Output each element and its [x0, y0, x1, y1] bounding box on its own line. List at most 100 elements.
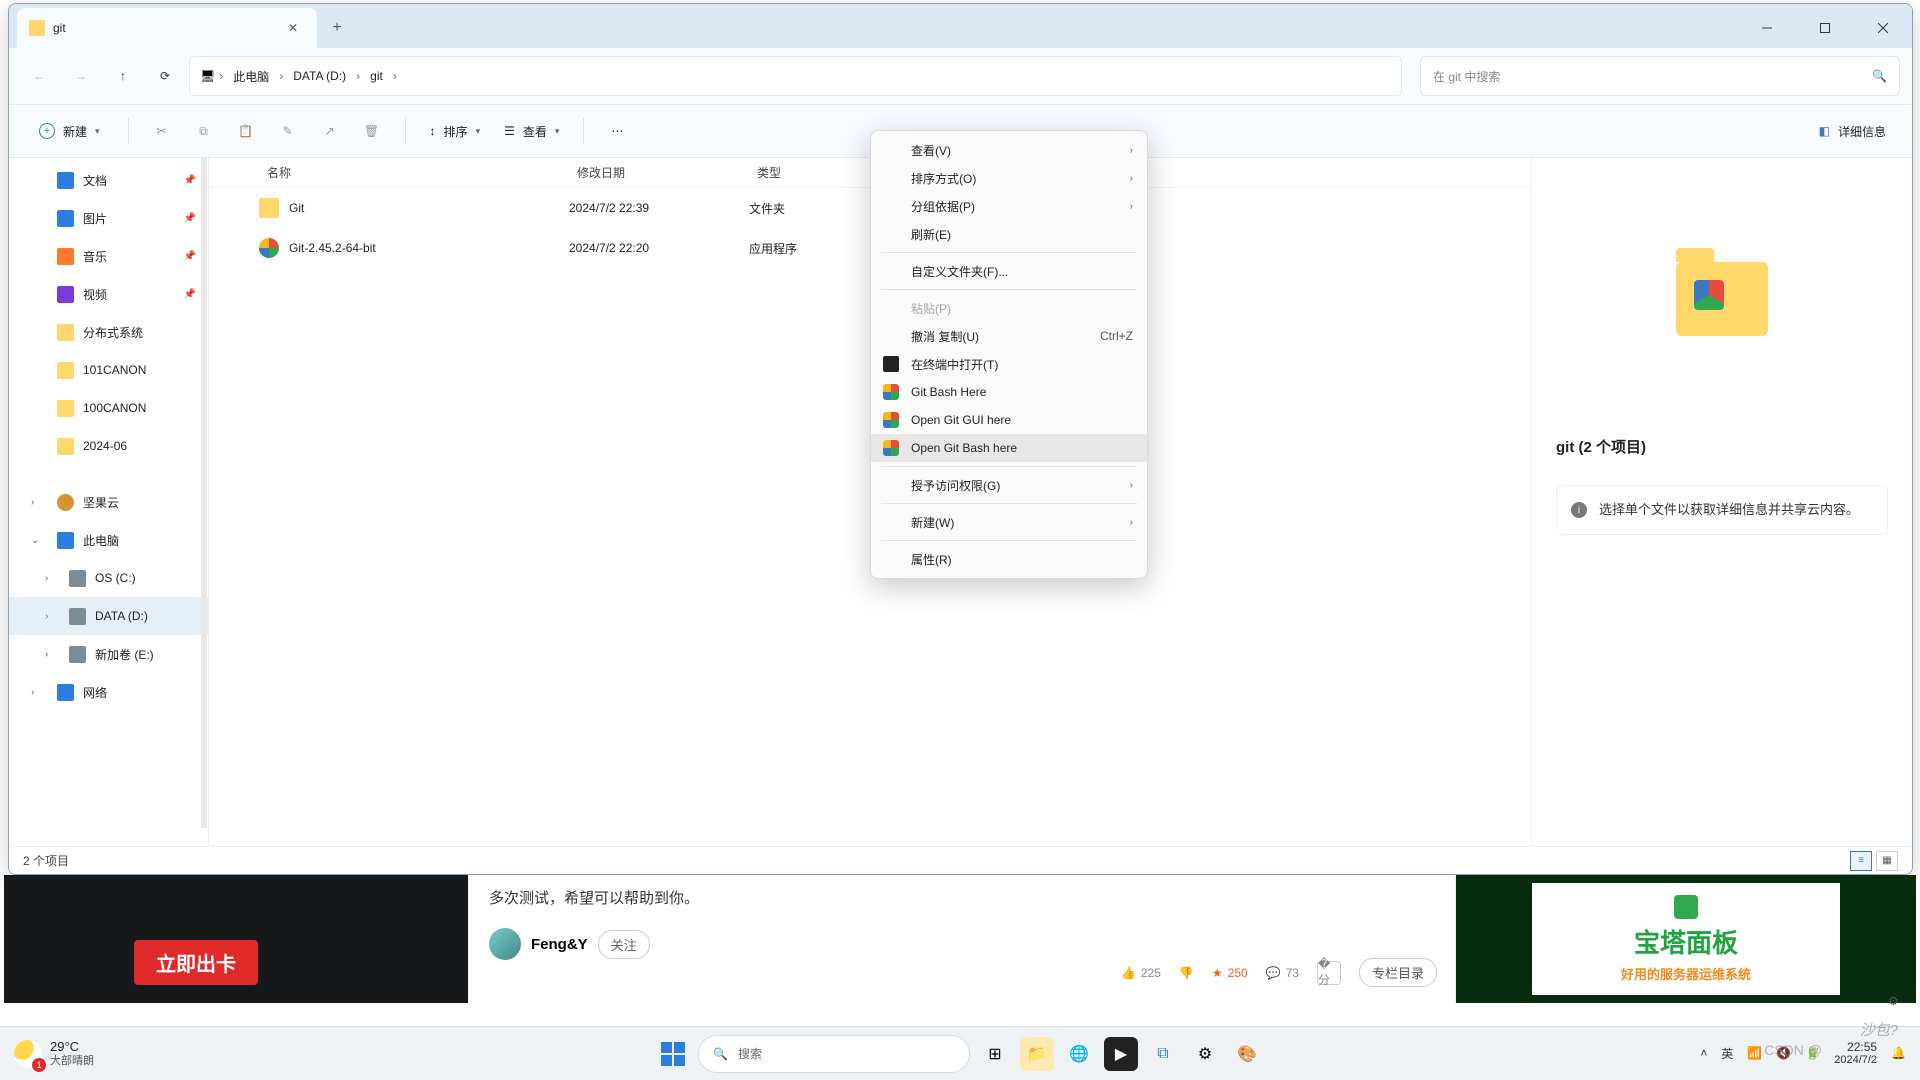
- pc-icon: [57, 532, 74, 549]
- menu-open-git-gui[interactable]: Open Git GUI here: [871, 406, 1147, 434]
- more-button[interactable]: ⋯: [598, 114, 636, 148]
- menu-customize[interactable]: 自定义文件夹(F)...: [871, 257, 1147, 285]
- tab-close-button[interactable]: ✕: [281, 16, 305, 40]
- sort-button[interactable]: ↕ 排序 ▾: [420, 114, 491, 148]
- maximize-button[interactable]: [1796, 8, 1854, 48]
- sidebar-item-folder[interactable]: 2024-06: [9, 427, 208, 465]
- chevron-right-icon[interactable]: ›: [45, 611, 48, 622]
- settings-gear-icon[interactable]: ⚙: [1888, 994, 1910, 1016]
- menu-sort[interactable]: 排序方式(O)›: [871, 164, 1147, 192]
- window-tab[interactable]: git ✕: [17, 8, 317, 48]
- chevron-right-icon: ›: [1130, 480, 1133, 491]
- follow-button[interactable]: 关注: [598, 930, 650, 959]
- share-button[interactable]: ↗: [311, 114, 349, 148]
- chevron-right-icon[interactable]: ›: [45, 649, 48, 660]
- new-tab-button[interactable]: +: [317, 8, 357, 48]
- view-details-button[interactable]: ≡: [1850, 851, 1872, 871]
- wifi-icon[interactable]: 📶: [1747, 1046, 1762, 1060]
- back-button[interactable]: ←: [21, 58, 57, 94]
- taskbar-vscode[interactable]: ⧉: [1146, 1037, 1180, 1071]
- details-toggle-button[interactable]: ◧ 详细信息: [1809, 114, 1896, 148]
- menu-refresh[interactable]: 刷新(E): [871, 220, 1147, 248]
- menu-new[interactable]: 新建(W)›: [871, 508, 1147, 536]
- thumb-down-icon: 👎: [1179, 966, 1194, 980]
- chevron-right-icon[interactable]: ›: [45, 573, 48, 584]
- new-button[interactable]: + 新建 ▾: [25, 114, 114, 148]
- menu-undo[interactable]: 撤消 复制(U)Ctrl+Z: [871, 322, 1147, 350]
- menu-grant-access[interactable]: 授予访问权限(G)›: [871, 471, 1147, 499]
- sidebar-item-drive-c[interactable]: ›OS (C:): [9, 559, 208, 597]
- sidebar-item-nutcloud[interactable]: ›坚果云: [9, 483, 208, 521]
- view-tiles-button[interactable]: ▦: [1876, 851, 1898, 871]
- forward-button[interactable]: →: [63, 58, 99, 94]
- ad-cta-button[interactable]: 立即出卡: [134, 940, 258, 985]
- document-icon: [57, 172, 74, 189]
- sidebar-item-pictures[interactable]: 图片📌: [9, 199, 208, 237]
- menu-view[interactable]: 查看(V)›: [871, 136, 1147, 164]
- like-button[interactable]: 👍225: [1121, 966, 1161, 980]
- chevron-right-icon[interactable]: ›: [31, 497, 34, 508]
- copy-button[interactable]: ⧉: [185, 114, 223, 148]
- status-text: 2 个项目: [23, 852, 69, 869]
- author-row: Feng&Y 关注: [489, 928, 1435, 960]
- close-button[interactable]: [1854, 8, 1912, 48]
- left-ad[interactable]: 立即出卡: [4, 875, 468, 1003]
- breadcrumb[interactable]: 此电脑: [227, 61, 275, 91]
- minimize-button[interactable]: [1738, 8, 1796, 48]
- chevron-down-icon[interactable]: ⌄: [31, 535, 39, 546]
- tray-chevron[interactable]: ˄: [1700, 1046, 1707, 1060]
- refresh-button[interactable]: ⟳: [147, 58, 183, 94]
- taskbar-edge[interactable]: 🌐: [1062, 1037, 1096, 1071]
- breadcrumb[interactable]: git: [364, 61, 389, 91]
- ime-indicator[interactable]: 英: [1721, 1045, 1733, 1062]
- delete-button[interactable]: 🗑: [353, 114, 391, 148]
- col-date[interactable]: 修改日期: [577, 164, 757, 181]
- git-icon: [883, 412, 899, 428]
- clock[interactable]: 22:552024/7/2: [1834, 1040, 1877, 1068]
- col-name[interactable]: 名称: [267, 164, 577, 181]
- search-input[interactable]: 在 git 中搜索 🔍: [1420, 56, 1900, 96]
- scroll-up-icon[interactable]: ▴: [200, 158, 208, 170]
- sidebar-item-folder[interactable]: 分布式系统: [9, 313, 208, 351]
- taskbar-explorer[interactable]: 📁: [1020, 1037, 1054, 1071]
- start-button[interactable]: [656, 1037, 690, 1071]
- paste-button[interactable]: 📋: [227, 114, 265, 148]
- author-name[interactable]: Feng&Y: [531, 936, 588, 953]
- up-button[interactable]: ↑: [105, 58, 141, 94]
- comments-button[interactable]: 💬73: [1266, 966, 1299, 980]
- menu-open-git-bash[interactable]: Open Git Bash here: [871, 434, 1147, 462]
- column-toc-button[interactable]: 专栏目录: [1359, 958, 1437, 987]
- chevron-right-icon[interactable]: ›: [31, 687, 34, 698]
- sidebar-item-videos[interactable]: 视频📌: [9, 275, 208, 313]
- sidebar-item-drive-d[interactable]: ›DATA (D:): [9, 597, 208, 635]
- menu-git-bash-here[interactable]: Git Bash Here: [871, 378, 1147, 406]
- cut-button[interactable]: ✂: [143, 114, 181, 148]
- view-button[interactable]: ☰ 查看 ▾: [494, 114, 569, 148]
- share-button[interactable]: �分: [1317, 961, 1341, 985]
- chevron-right-icon: ›: [1130, 173, 1133, 184]
- menu-group[interactable]: 分组依据(P)›: [871, 192, 1147, 220]
- sidebar-item-thispc[interactable]: ⌄此电脑: [9, 521, 208, 559]
- taskbar-search[interactable]: 🔍搜索: [698, 1035, 970, 1073]
- hot-button[interactable]: ★250: [1212, 966, 1248, 980]
- sidebar-item-music[interactable]: 音乐📌: [9, 237, 208, 275]
- menu-terminal[interactable]: 在终端中打开(T): [871, 350, 1147, 378]
- weather-widget[interactable]: 29°C大部晴朗: [14, 1039, 94, 1068]
- address-bar[interactable]: 🖥 › 此电脑 › DATA (D:) › git ›: [189, 56, 1402, 96]
- sidebar-item-documents[interactable]: 文档📌: [9, 161, 208, 199]
- rename-button[interactable]: ✎: [269, 114, 307, 148]
- avatar[interactable]: [489, 928, 521, 960]
- sidebar-item-folder[interactable]: 101CANON: [9, 351, 208, 389]
- task-view-button[interactable]: ⊞: [978, 1037, 1012, 1071]
- taskbar-app[interactable]: 🎨: [1230, 1037, 1264, 1071]
- taskbar-terminal[interactable]: ▶: [1104, 1037, 1138, 1071]
- sidebar-item-network[interactable]: ›网络: [9, 673, 208, 711]
- sidebar-item-folder[interactable]: 100CANON: [9, 389, 208, 427]
- breadcrumb[interactable]: DATA (D:): [287, 61, 352, 91]
- menu-properties[interactable]: 属性(R): [871, 545, 1147, 573]
- dislike-button[interactable]: 👎: [1179, 966, 1194, 980]
- notifications-icon[interactable]: 🔔: [1891, 1046, 1906, 1060]
- sidebar-item-drive-e[interactable]: ›新加卷 (E:): [9, 635, 208, 673]
- right-ad[interactable]: 宝塔面板 好用的服务器运维系统 举报 ⌃: [1456, 875, 1916, 1003]
- taskbar-settings[interactable]: ⚙: [1188, 1037, 1222, 1071]
